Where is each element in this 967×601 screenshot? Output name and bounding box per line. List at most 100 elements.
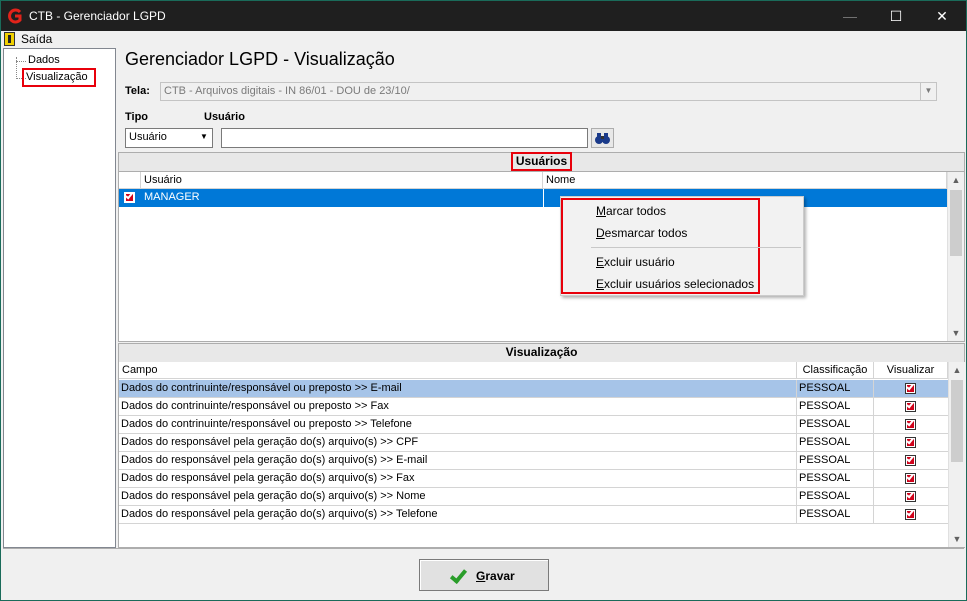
cell-classificacao: PESSOAL	[799, 472, 851, 484]
visualizar-checkbox[interactable]	[905, 472, 916, 484]
scroll-thumb[interactable]	[951, 380, 963, 462]
users-scrollbar[interactable]: ▲ ▼	[947, 172, 964, 341]
cell-classificacao: PESSOAL	[799, 418, 851, 430]
tree-connector	[16, 61, 26, 62]
menu-item-excluir-selecionados[interactable]: Excluir usuários selecionados	[596, 277, 754, 291]
column-divider	[543, 189, 544, 207]
users-col-check	[119, 172, 141, 189]
table-row[interactable]: Dados do responsável pela geração do(s) …	[119, 506, 948, 524]
column-divider	[796, 506, 797, 524]
view-col-classificacao[interactable]: Classificação	[797, 362, 874, 379]
scroll-thumb[interactable]	[950, 190, 962, 256]
menu-item-accel: D	[596, 226, 605, 240]
view-col-campo[interactable]: Campo	[119, 362, 797, 379]
tipo-select[interactable]: Usuário ▼	[125, 128, 213, 148]
tipo-label: Tipo	[125, 111, 149, 123]
save-button[interactable]: Gravar	[419, 559, 549, 591]
cell-campo: Dados do contrinuinte/responsável ou pre…	[121, 382, 402, 394]
cell-classificacao: PESSOAL	[799, 382, 851, 394]
save-accel: G	[476, 569, 486, 583]
view-col-visualizar[interactable]: Visualizar	[874, 362, 948, 379]
scroll-down-icon[interactable]: ▼	[948, 325, 964, 341]
column-divider	[873, 452, 874, 470]
save-label-rest: ravar	[485, 569, 515, 583]
maximize-button[interactable]: ☐	[873, 1, 919, 31]
visualizar-checkbox[interactable]	[905, 490, 916, 502]
menu-bar: Saída	[1, 31, 966, 47]
column-divider	[796, 380, 797, 398]
row-checkbox[interactable]	[124, 191, 135, 203]
tipo-value: Usuário	[129, 131, 167, 143]
cell-campo: Dados do contrinuinte/responsável ou pre…	[121, 418, 412, 430]
cell-campo: Dados do responsável pela geração do(s) …	[121, 472, 415, 484]
column-divider	[873, 380, 874, 398]
menu-item-excluir-usuario[interactable]: Excluir usuário	[596, 255, 675, 269]
menu-item-accel: M	[596, 204, 606, 218]
visualizar-checkbox[interactable]	[905, 508, 916, 520]
tela-select[interactable]: CTB - Arquivos digitais - IN 86/01 - DOU…	[160, 82, 937, 101]
menu-item-desmarcar-todos[interactable]: Desmarcar todos	[596, 226, 687, 240]
table-row[interactable]: Dados do responsável pela geração do(s) …	[119, 470, 948, 488]
app-logo-icon	[8, 8, 22, 24]
visualizar-checkbox[interactable]	[905, 436, 916, 448]
view-grid-body: Dados do contrinuinte/responsável ou pre…	[119, 380, 948, 547]
table-row[interactable]: Dados do responsável pela geração do(s) …	[119, 434, 948, 452]
close-button[interactable]: ✕	[919, 1, 965, 31]
window-title: CTB - Gerenciador LGPD	[29, 9, 166, 23]
tela-value: CTB - Arquivos digitais - IN 86/01 - DOU…	[164, 85, 410, 97]
context-menu: Marcar todos Desmarcar todos Excluir usu…	[560, 196, 804, 296]
usuario-input[interactable]	[221, 128, 588, 148]
visualizar-checkbox[interactable]	[905, 454, 916, 466]
table-row[interactable]: MANAGER	[119, 189, 947, 207]
cell-campo: Dados do responsável pela geração do(s) …	[121, 436, 419, 448]
view-scrollbar[interactable]: ▲ ▼	[948, 362, 965, 547]
column-divider	[873, 488, 874, 506]
users-col-nome[interactable]: Nome	[543, 172, 947, 189]
column-divider	[796, 434, 797, 452]
title-bar[interactable]: CTB - Gerenciador LGPD — ☐ ✕	[1, 1, 966, 31]
menu-item-accel: E	[596, 255, 605, 269]
visualizar-checkbox[interactable]	[905, 400, 916, 412]
menu-item-marcar-todos[interactable]: Marcar todos	[596, 204, 666, 218]
cell-campo: Dados do responsável pela geração do(s) …	[121, 508, 438, 520]
visualizar-checkbox[interactable]	[905, 382, 916, 394]
menu-separator	[591, 247, 801, 248]
save-label: Gravar	[476, 569, 515, 583]
column-divider	[796, 470, 797, 488]
chevron-down-icon[interactable]: ▼	[196, 129, 212, 147]
users-col-usuario[interactable]: Usuário	[141, 172, 543, 189]
menu-item-accel: E	[596, 277, 605, 291]
scroll-up-icon[interactable]: ▲	[948, 172, 964, 188]
exit-door-icon[interactable]	[4, 32, 15, 46]
cell-classificacao: PESSOAL	[799, 400, 851, 412]
cell-campo: Dados do responsável pela geração do(s) …	[121, 490, 426, 502]
cell-classificacao: PESSOAL	[799, 508, 851, 520]
users-panel-header: Usuários	[119, 152, 964, 172]
binoculars-icon	[595, 133, 610, 144]
cell-classificacao: PESSOAL	[799, 454, 851, 466]
table-row[interactable]: Dados do contrinuinte/responsável ou pre…	[119, 398, 948, 416]
column-divider	[873, 416, 874, 434]
cell-classificacao: PESSOAL	[799, 490, 851, 502]
table-row[interactable]: Dados do responsável pela geração do(s) …	[119, 488, 948, 506]
menu-exit[interactable]: Saída	[21, 32, 52, 46]
tree-item-visualizacao[interactable]: Visualização	[22, 68, 96, 87]
search-button[interactable]	[591, 128, 614, 148]
table-row[interactable]: Dados do contrinuinte/responsável ou pre…	[119, 416, 948, 434]
table-row[interactable]: Dados do contrinuinte/responsável ou pre…	[119, 380, 948, 398]
table-row[interactable]: Dados do responsável pela geração do(s) …	[119, 452, 948, 470]
tela-label: Tela:	[125, 85, 150, 97]
cell-classificacao: PESSOAL	[799, 436, 851, 448]
tree-item-dados[interactable]: Dados	[28, 54, 60, 66]
chevron-down-icon[interactable]: ▼	[920, 83, 936, 100]
visualizar-checkbox[interactable]	[905, 418, 916, 430]
usuario-label: Usuário	[204, 111, 245, 123]
app-window: CTB - Gerenciador LGPD — ☐ ✕ Saída Dados…	[0, 0, 967, 601]
menu-item-label: arcar todos	[606, 204, 667, 218]
column-divider	[873, 506, 874, 524]
scroll-down-icon[interactable]: ▼	[949, 531, 965, 547]
cell-campo: Dados do responsável pela geração do(s) …	[121, 454, 428, 466]
scroll-up-icon[interactable]: ▲	[949, 362, 965, 378]
minimize-button[interactable]: —	[827, 1, 873, 31]
column-divider	[873, 470, 874, 488]
